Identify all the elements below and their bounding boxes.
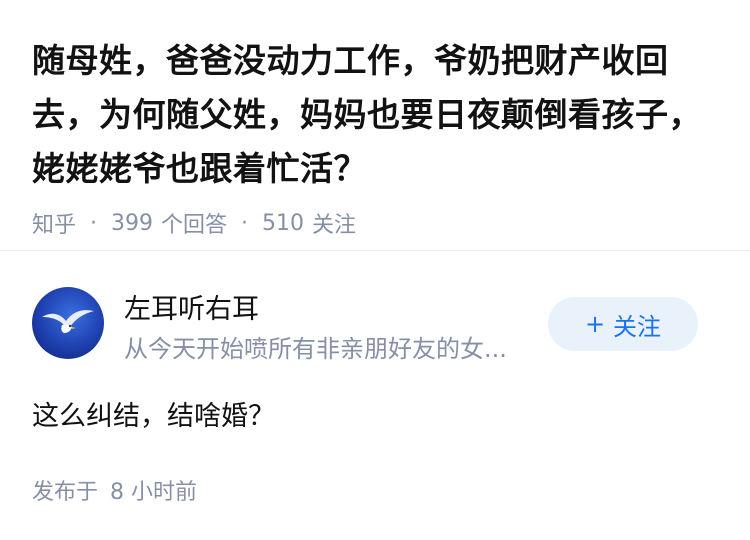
source-label[interactable]: 知乎 — [32, 207, 76, 239]
question-meta: 知乎 · 399 个回答 · 510 关注 — [32, 207, 718, 239]
author-bio: 从今天开始喷所有非亲朋好友的女... — [124, 335, 507, 363]
answer-publish-time: 发布于 8 小时前 — [32, 474, 197, 506]
answer-content[interactable]: 这么纠结，结啥婚？ — [32, 394, 275, 433]
follower-count-label: 关注 — [312, 213, 357, 238]
meta-separator: · — [90, 210, 98, 236]
publish-time: 8 小时前 — [110, 480, 198, 505]
section-divider — [0, 250, 750, 251]
follow-button-label: 关注 — [613, 312, 662, 341]
answer-count-label[interactable]: 个回答 — [161, 207, 227, 239]
publish-prefix: 发布于 — [32, 480, 99, 505]
question-title[interactable]: 随母姓，爸爸没动力工作，爷奶把财产收回去，为何随父姓，妈妈也要日夜颠倒看孩子，姥… — [32, 34, 718, 196]
answer-count: 399 — [111, 210, 154, 236]
author-row: 左耳听右耳 从今天开始喷所有非亲朋好友的女... + 关注 — [32, 285, 718, 363]
meta-separator: · — [241, 210, 249, 236]
follow-button[interactable]: + 关注 — [548, 297, 698, 351]
question-header: 随母姓，爸爸没动力工作，爷奶把财产收回去，为何随父姓，妈妈也要日夜颠倒看孩子，姥… — [0, 0, 750, 238]
author-name[interactable]: 左耳听右耳 — [124, 287, 259, 326]
author-avatar[interactable] — [32, 287, 104, 359]
plus-icon: + — [584, 310, 606, 338]
seagull-icon — [42, 310, 94, 333]
follower-count: 510 — [262, 210, 305, 236]
